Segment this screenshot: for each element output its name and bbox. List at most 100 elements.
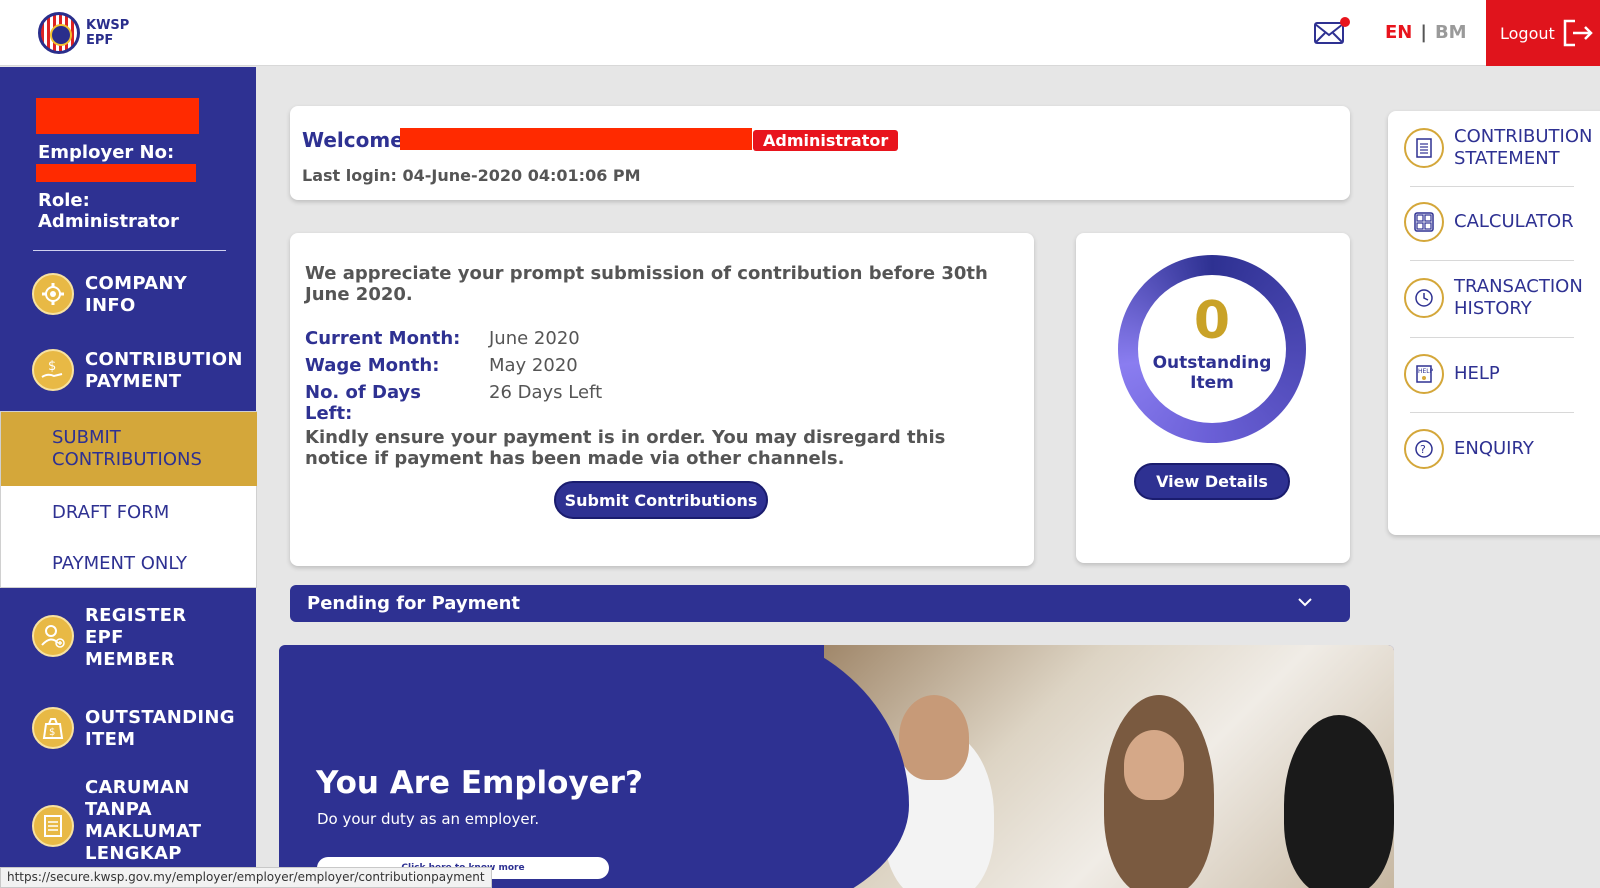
days-left-label-line2: Left:	[305, 403, 353, 424]
quick-link-calculator[interactable]: CALCULATOR	[1404, 202, 1600, 242]
sidebar-divider	[33, 250, 226, 251]
register-line2: EPF	[85, 627, 124, 648]
sidebar-item-label: COMPANY INFO	[85, 273, 187, 317]
sidebar-item-caruman-tanpa-maklumat[interactable]: CARUMAN TANPA MAKLUMAT LENGKAP	[0, 775, 256, 875]
submenu-item-submit-contributions[interactable]: SUBMIT CONTRIBUTIONS	[1, 412, 257, 486]
kwsp-logo[interactable]: KWSP EPF	[38, 12, 129, 54]
panel-divider	[1410, 260, 1574, 261]
sidebar-item-label: REGISTER EPF MEMBER	[85, 605, 186, 671]
lang-bm-link[interactable]: BM	[1435, 22, 1467, 43]
language-switcher: EN | BM	[1385, 22, 1467, 43]
logo-text-epf: EPF	[86, 33, 114, 48]
view-details-button[interactable]: View Details	[1134, 463, 1290, 500]
mail-icon[interactable]	[1314, 22, 1344, 44]
sidebar-item-register-epf-member[interactable]: REGISTER EPF MEMBER	[0, 601, 256, 673]
submission-notice: We appreciate your prompt submission of …	[305, 263, 988, 305]
statement-line1: CONTRIBUTION	[1454, 126, 1593, 147]
days-left-row: No. of Days Left: 26 Days Left	[305, 382, 602, 424]
contribution-payment-line2: PAYMENT	[85, 371, 182, 392]
register-line1: REGISTER	[85, 605, 187, 626]
svg-text:HELP: HELP	[1418, 368, 1434, 375]
sidebar-item-company-info[interactable]: COMPANY INFO	[0, 265, 256, 325]
transaction-line1: TRANSACTION	[1454, 276, 1583, 297]
employer-no-label: Employer No:	[38, 142, 175, 163]
wage-month-row: Wage Month: May 2020	[305, 355, 578, 376]
outstanding-item-card: 0 Outstanding Item View Details	[1076, 233, 1350, 563]
contribution-payment-line1: CONTRIBUTION	[85, 349, 243, 370]
panel-divider	[1410, 186, 1574, 187]
money-bag-icon: $	[32, 707, 74, 749]
document-icon	[32, 805, 74, 847]
notification-dot	[1340, 17, 1350, 27]
payment-notice: Kindly ensure your payment is in order. …	[305, 427, 946, 469]
lang-separator: |	[1420, 22, 1427, 43]
redacted-company-name	[36, 98, 199, 134]
role-badge: Administrator	[753, 130, 899, 151]
logout-button[interactable]: Logout	[1486, 0, 1600, 66]
browser-status-bar: https://secure.kwsp.gov.my/employer/empl…	[0, 867, 492, 888]
logout-label: Logout	[1500, 23, 1555, 43]
quick-link-label: CALCULATOR	[1454, 211, 1574, 232]
role-label-key: Role:	[38, 190, 90, 211]
sidebar-item-contribution-payment[interactable]: $ CONTRIBUTION PAYMENT	[0, 341, 256, 401]
quick-link-help[interactable]: HELP HELP	[1404, 354, 1600, 394]
submenu-item-payment-only[interactable]: PAYMENT ONLY	[52, 553, 187, 575]
quick-link-contribution-statement[interactable]: CONTRIBUTION STATEMENT	[1404, 126, 1600, 170]
company-info-line1: COMPANY	[85, 273, 188, 294]
company-info-line2: INFO	[85, 295, 136, 316]
submit-line1: SUBMIT	[52, 427, 121, 448]
welcome-label: Welcome	[302, 128, 404, 152]
submit-line2: CONTRIBUTIONS	[52, 449, 202, 470]
pending-for-payment-accordion[interactable]: Pending for Payment	[290, 585, 1350, 622]
lang-en-link[interactable]: EN	[1385, 22, 1412, 43]
help-icon: HELP	[1404, 354, 1444, 394]
submenu-item-label: SUBMIT CONTRIBUTIONS	[52, 427, 202, 471]
logout-icon	[1563, 19, 1593, 47]
add-member-icon	[32, 615, 74, 657]
pending-label: Pending for Payment	[307, 593, 520, 614]
register-line3: MEMBER	[85, 649, 175, 670]
last-login-text: Last login: 04-June-2020 04:01:06 PM	[302, 166, 641, 185]
caruman-line3: MAKLUMAT	[85, 821, 202, 842]
days-left-label-line1: No. of Days	[305, 382, 421, 403]
payment-hand-icon: $	[32, 349, 74, 391]
redacted-employer-no	[36, 164, 196, 182]
wage-month-value: May 2020	[489, 355, 578, 376]
quick-link-enquiry[interactable]: ? ENQUIRY	[1404, 429, 1600, 469]
outstanding-ring: 0 Outstanding Item	[1118, 255, 1306, 443]
outstanding-line1: OUTSTANDING	[85, 707, 235, 728]
banner-subtitle: Do your duty as an employer.	[317, 810, 540, 828]
panel-divider	[1410, 412, 1574, 413]
outstanding-label: Outstanding Item	[1138, 353, 1286, 393]
caruman-line1: CARUMAN	[85, 777, 190, 798]
calculator-icon	[1404, 202, 1444, 242]
quick-links-panel: CONTRIBUTION STATEMENT CALCULATOR TRANSA…	[1388, 111, 1600, 535]
outstanding-ring-inner: 0 Outstanding Item	[1138, 275, 1286, 423]
submit-contributions-button[interactable]: Submit Contributions	[554, 481, 768, 519]
current-month-row: Current Month: June 2020	[305, 328, 580, 349]
transaction-line2: HISTORY	[1454, 298, 1532, 319]
kwsp-seal-icon	[38, 12, 80, 54]
outstanding-label-line1: Outstanding	[1152, 353, 1272, 373]
quick-link-label: ENQUIRY	[1454, 438, 1534, 459]
contribution-payment-submenu: SUBMIT CONTRIBUTIONS DRAFT FORM PAYMENT …	[0, 411, 257, 588]
history-icon	[1404, 278, 1444, 318]
logo-text-kwsp: KWSP	[86, 18, 130, 33]
quick-link-transaction-history[interactable]: TRANSACTION HISTORY	[1404, 276, 1600, 320]
days-left-value: 26 Days Left	[489, 382, 603, 403]
sidebar-item-label: OUTSTANDING ITEM	[85, 707, 235, 751]
quick-link-label: TRANSACTION HISTORY	[1454, 276, 1583, 320]
svg-text:$: $	[49, 727, 55, 738]
redacted-user-name	[400, 128, 752, 150]
submenu-item-draft-form[interactable]: DRAFT FORM	[52, 502, 169, 524]
caruman-line4: LENGKAP	[85, 843, 182, 864]
logo-text: KWSP EPF	[86, 18, 129, 48]
person-face-2	[1124, 730, 1184, 800]
caruman-line2: TANPA	[85, 799, 152, 820]
wage-month-label: Wage Month:	[305, 355, 440, 376]
chevron-down-icon	[1298, 598, 1312, 607]
top-header: KWSP EPF EN | BM Logout	[0, 0, 1600, 66]
statement-line2: STATEMENT	[1454, 148, 1560, 169]
sidebar-item-outstanding-item[interactable]: $ OUTSTANDING ITEM	[0, 699, 256, 759]
sidebar-item-label: CARUMAN TANPA MAKLUMAT LENGKAP	[85, 777, 201, 865]
